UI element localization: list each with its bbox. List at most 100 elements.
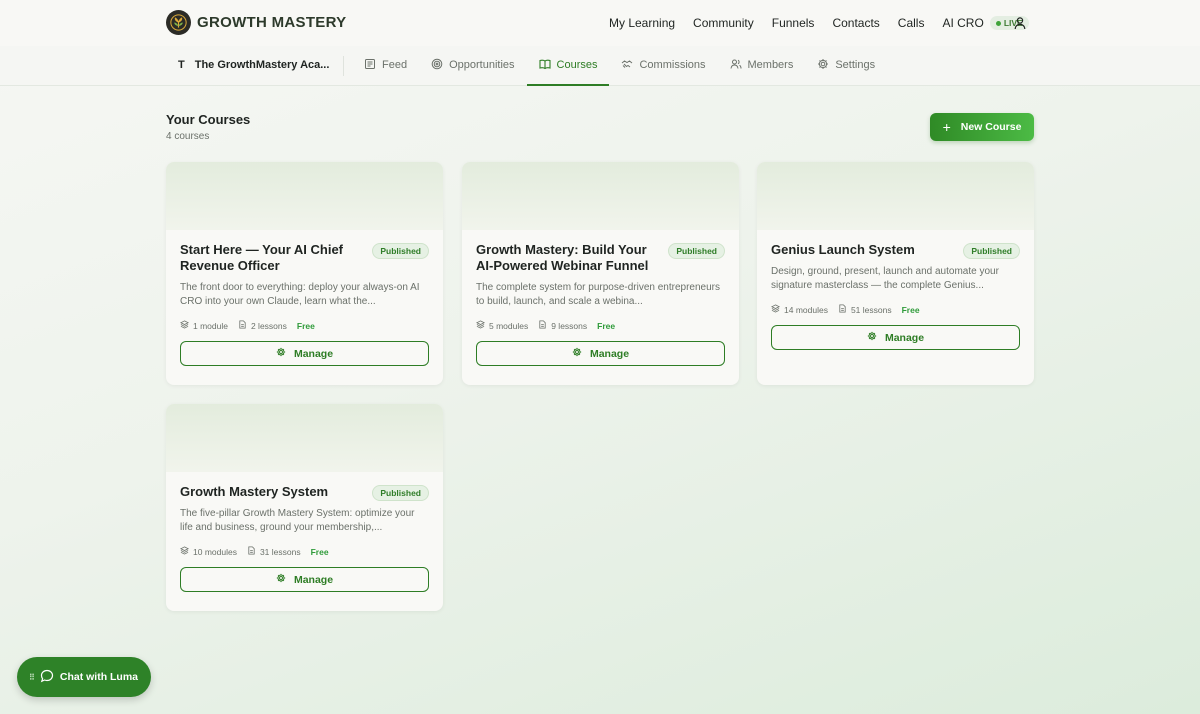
course-meta: 5 modules 9 lessons Free — [475, 320, 725, 331]
gear-icon — [817, 58, 829, 73]
manage-label: Manage — [293, 347, 334, 360]
modules-count: 1 module — [179, 320, 228, 331]
lessons-label: 31 lessons — [259, 546, 301, 557]
course-card-body: Growth Mastery: Build Your AI-Powered We… — [462, 230, 739, 380]
nav-calls[interactable]: Calls — [898, 16, 925, 30]
chat-with-luma-button[interactable]: ⠿ Chat with Luma — [17, 657, 151, 697]
academy-selector[interactable]: T The GrowthMastery Aca... — [178, 59, 329, 71]
course-count: 4 courses — [166, 131, 210, 142]
price-label: Free — [310, 546, 329, 557]
document-icon — [838, 304, 847, 315]
tab-feed[interactable]: Feed — [352, 46, 419, 86]
tab-opportunities[interactable]: Opportunities — [419, 46, 526, 86]
layers-icon — [770, 304, 781, 315]
layers-icon — [475, 320, 486, 331]
manage-label: Manage — [884, 331, 925, 344]
course-banner — [166, 404, 443, 472]
modules-label: 1 module — [193, 320, 228, 331]
users-icon — [730, 58, 742, 73]
chat-bubble-icon — [40, 669, 54, 686]
layers-icon — [179, 320, 190, 331]
manage-label: Manage — [293, 573, 334, 586]
published-badge: Published — [668, 243, 725, 259]
course-card-body: Growth Mastery System Published The five… — [166, 472, 443, 606]
course-description: The front door to everything: deploy you… — [180, 282, 420, 307]
live-dot-icon — [995, 20, 1001, 26]
gear-icon — [572, 347, 582, 360]
course-description: Design, ground, present, launch and auto… — [771, 266, 999, 291]
layers-icon — [179, 546, 190, 557]
modules-label: 10 modules — [193, 546, 237, 557]
book-icon — [538, 58, 551, 73]
course-meta: 14 modules 51 lessons Free — [770, 304, 1020, 315]
published-badge: Published — [372, 485, 429, 501]
course-card: Growth Mastery: Build Your AI-Powered We… — [462, 162, 739, 385]
modules-label: 5 modules — [489, 320, 529, 331]
drag-handle-icon[interactable]: ⠿ — [29, 673, 35, 682]
document-icon — [247, 546, 256, 557]
modules-count: 14 modules — [770, 304, 828, 315]
new-course-label: New Course — [960, 121, 1022, 133]
lessons-count: 51 lessons — [838, 304, 892, 315]
page-title: Your Courses — [166, 112, 251, 127]
tab-label: Commissions — [639, 59, 706, 71]
gear-icon — [276, 573, 286, 586]
course-description: The five-pillar Growth Mastery System: o… — [180, 508, 415, 533]
tab-settings[interactable]: Settings — [805, 46, 887, 86]
new-course-button[interactable]: + New Course — [930, 113, 1034, 141]
top-header: GROWTH MASTERY My Learning Community Fun… — [0, 0, 1200, 46]
modules-label: 14 modules — [784, 304, 828, 315]
manage-course-button[interactable]: Manage — [771, 325, 1020, 350]
course-banner — [757, 162, 1034, 230]
tab-label: Settings — [835, 59, 876, 71]
subnav-tabs: Feed Opportunities Courses Commissions M… — [352, 46, 887, 86]
brand-logo-icon — [166, 10, 191, 35]
plus-icon: + — [942, 119, 951, 135]
lessons-label: 51 lessons — [850, 304, 892, 315]
lessons-label: 2 lessons — [250, 320, 287, 331]
tab-label: Opportunities — [449, 59, 515, 71]
tab-members[interactable]: Members — [718, 46, 806, 86]
lessons-count: 31 lessons — [247, 546, 301, 557]
academy-name: The GrowthMastery Aca... — [194, 59, 330, 71]
document-icon — [238, 320, 247, 331]
course-card-body: Start Here — Your AI Chief Revenue Offic… — [166, 230, 443, 380]
user-account-icon[interactable] — [1013, 16, 1027, 30]
academy-initial: T — [178, 59, 185, 71]
nav-my-learning[interactable]: My Learning — [609, 16, 675, 30]
modules-count: 5 modules — [475, 320, 529, 331]
nav-community[interactable]: Community — [693, 16, 754, 30]
modules-count: 10 modules — [179, 546, 237, 557]
handshake-icon — [621, 58, 633, 73]
nav-funnels[interactable]: Funnels — [772, 16, 815, 30]
course-card: Genius Launch System Published Design, g… — [757, 162, 1034, 385]
gear-icon — [276, 347, 286, 360]
course-card-body: Genius Launch System Published Design, g… — [757, 230, 1034, 364]
tab-courses[interactable]: Courses — [526, 46, 610, 86]
community-subnav: T The GrowthMastery Aca... Feed Opportun… — [0, 46, 1200, 86]
course-meta: 10 modules 31 lessons Free — [179, 546, 429, 557]
main-nav: My Learning Community Funnels Contacts C… — [609, 0, 1047, 46]
manage-course-button[interactable]: Manage — [180, 567, 429, 592]
manage-course-button[interactable]: Manage — [180, 341, 429, 366]
document-icon — [538, 320, 547, 331]
price-label: Free — [296, 320, 315, 331]
tab-label: Members — [747, 59, 794, 71]
published-badge: Published — [372, 243, 429, 259]
course-description: The complete system for purpose-driven e… — [476, 282, 721, 307]
newspaper-icon — [364, 58, 376, 73]
lessons-count: 2 lessons — [238, 320, 287, 331]
price-label: Free — [901, 304, 920, 315]
tab-label: Feed — [382, 59, 408, 71]
manage-course-button[interactable]: Manage — [476, 341, 725, 366]
brand-name: GROWTH MASTERY — [197, 14, 347, 31]
brand[interactable]: GROWTH MASTERY — [166, 10, 346, 35]
price-label: Free — [597, 320, 616, 331]
tab-commissions[interactable]: Commissions — [609, 46, 717, 86]
lessons-count: 9 lessons — [538, 320, 587, 331]
course-card: Start Here — Your AI Chief Revenue Offic… — [166, 162, 443, 385]
course-banner — [462, 162, 739, 230]
published-badge: Published — [963, 243, 1020, 259]
nav-ai-cro[interactable]: AI CRO — [942, 16, 983, 30]
nav-contacts[interactable]: Contacts — [832, 16, 879, 30]
